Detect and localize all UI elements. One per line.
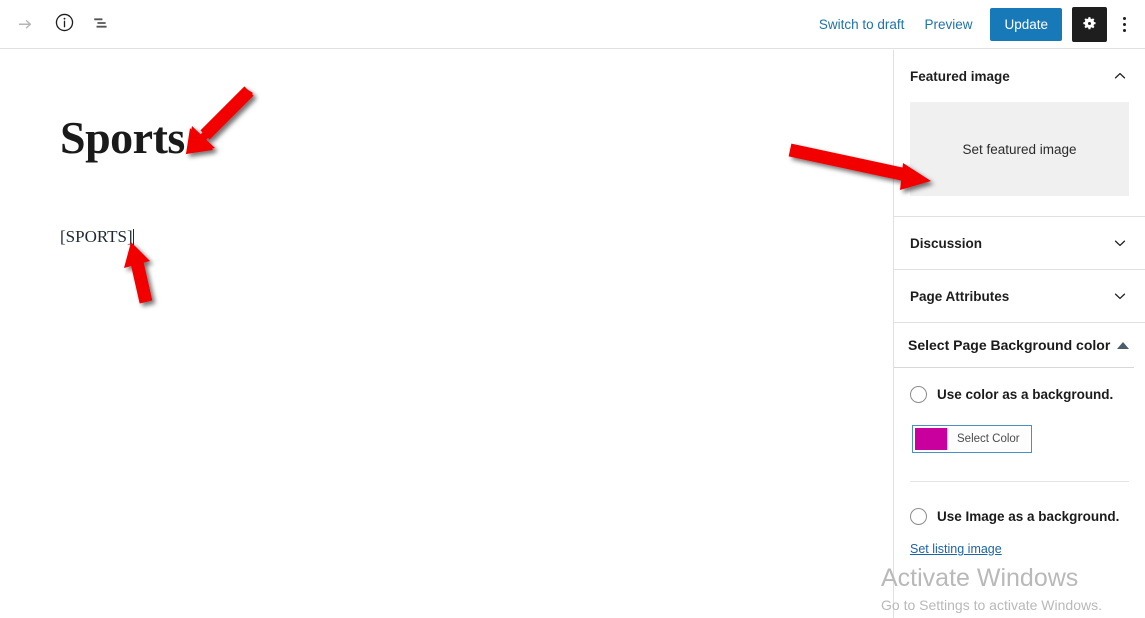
select-color-label: Select Color — [947, 428, 1029, 450]
kebab-dot — [1122, 17, 1126, 20]
details-info-button[interactable] — [46, 6, 82, 42]
discussion-panel-toggle[interactable]: Discussion — [894, 217, 1145, 269]
background-color-title: Select Page Background color — [908, 337, 1111, 353]
switch-to-draft-button[interactable]: Switch to draft — [809, 11, 915, 38]
radio-button-use-color[interactable] — [910, 386, 927, 403]
panel-featured-image: Featured image Set featured image — [894, 50, 1145, 217]
update-button[interactable]: Update — [990, 8, 1062, 41]
panel-discussion: Discussion — [894, 217, 1145, 270]
wordpress-block-editor: Switch to draft Preview Update Sports [S… — [0, 0, 1145, 618]
list-view-icon — [91, 12, 113, 37]
list-view-button[interactable] — [84, 6, 120, 42]
header-left-tools — [0, 0, 122, 48]
featured-image-title: Featured image — [910, 68, 1010, 84]
featured-image-dropzone[interactable]: Set featured image — [910, 102, 1129, 196]
redo-button[interactable] — [8, 6, 44, 42]
radio-button-use-image[interactable] — [910, 508, 927, 525]
background-color-body: Use color as a background. Select Color … — [894, 368, 1145, 558]
panel-page-attributes: Page Attributes — [894, 270, 1145, 323]
shortcode-block[interactable]: [SPORTS] — [60, 227, 134, 247]
use-image-label: Use Image as a background. — [937, 509, 1120, 524]
page-attributes-title: Page Attributes — [910, 288, 1010, 304]
select-color-button[interactable]: Select Color — [912, 425, 1032, 453]
color-swatch-preview — [915, 428, 947, 450]
chevron-down-icon — [1111, 234, 1129, 252]
chevron-up-icon — [1111, 67, 1129, 85]
editor-canvas[interactable]: Sports [SPORTS] — [0, 50, 893, 618]
settings-button[interactable] — [1072, 7, 1107, 42]
triangle-up-icon — [1117, 341, 1129, 349]
settings-sidebar: Featured image Set featured image Discus… — [893, 50, 1145, 618]
panel-background-color: Select Page Background color Use color a… — [894, 323, 1145, 558]
featured-image-panel-toggle[interactable]: Featured image — [894, 50, 1145, 102]
page-attributes-panel-toggle[interactable]: Page Attributes — [894, 270, 1145, 322]
kebab-dot — [1122, 29, 1126, 32]
gear-icon — [1080, 14, 1099, 36]
more-options-button[interactable] — [1109, 7, 1139, 43]
info-circle-icon — [54, 12, 75, 36]
section-separator — [910, 481, 1129, 482]
featured-image-body: Set featured image — [894, 102, 1145, 216]
set-featured-image-label: Set featured image — [962, 141, 1077, 157]
post-title[interactable]: Sports — [60, 115, 185, 161]
kebab-dot — [1122, 23, 1126, 26]
redo-arrow-icon — [16, 12, 37, 36]
background-color-panel-toggle[interactable]: Select Page Background color — [894, 323, 1145, 367]
chevron-down-icon — [1111, 287, 1129, 305]
use-color-as-background-option[interactable]: Use color as a background. — [910, 386, 1129, 403]
use-image-as-background-option[interactable]: Use Image as a background. — [910, 508, 1129, 525]
discussion-title: Discussion — [910, 235, 983, 251]
use-color-label: Use color as a background. — [937, 387, 1114, 402]
header-right-actions: Switch to draft Preview Update — [809, 0, 1145, 49]
editor-header: Switch to draft Preview Update — [0, 0, 1145, 49]
preview-button[interactable]: Preview — [914, 11, 982, 38]
set-listing-image-link[interactable]: Set listing image — [910, 542, 1002, 556]
